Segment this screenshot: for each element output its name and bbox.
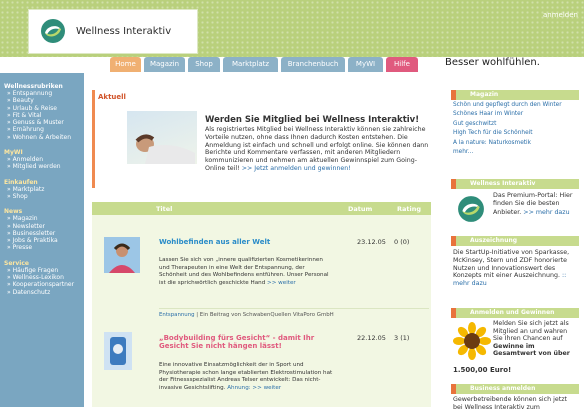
sidebar-heading-news: News (4, 208, 23, 216)
article-date: 23.12.05 (357, 238, 386, 246)
wellness-heading: Wellness Interaktiv (451, 179, 579, 189)
magazin-heading: Magazin (451, 90, 579, 100)
table-row: Wohlbefinden aus aller Welt 23.12.05 0 (… (92, 215, 431, 318)
sidebar-item-entspannung[interactable]: Entspannung (4, 90, 84, 97)
article-date: 22.12.05 (357, 334, 386, 342)
sidebar-heading-mywi: MyWI (4, 149, 23, 157)
article-source-text: | Ein Beitrag von SchwabenQuellen VitaPo… (196, 312, 334, 318)
sidebar-item-shop[interactable]: Shop (4, 193, 84, 200)
table-header: Titel Datum Rating (92, 202, 431, 215)
magazin-box: Magazin Schön und gepflegt durch den Win… (451, 90, 579, 158)
gewinnen-box: Anmelden und Gewinnen Melden Sie sich je… (451, 308, 579, 374)
article-more-link[interactable]: >> weiter (267, 280, 296, 286)
auszeichnung-text: Die StartUp-Initiative von Sparkasse, Mc… (451, 246, 579, 291)
sunflower-icon (453, 322, 491, 360)
sidebar-item-mitglied[interactable]: Mitglied werden (4, 163, 84, 170)
gewinnen-text: Melden Sie sich jetzt als Mitglied an un… (491, 318, 579, 361)
aktuell-box: Aktuell Werden Sie Mitglied bei Wellness… (92, 90, 431, 188)
aktuell-link[interactable]: >> Jetzt anmelden und gewinnen! (242, 165, 351, 172)
article-more-link[interactable]: Ahnung: >> weiter (227, 385, 281, 391)
aktuell-text: Als registriertes Mitglied bei Wellness … (205, 126, 431, 173)
article-source: Entspannung | Ein Beitrag von SchwabenQu… (159, 308, 429, 318)
sidebar-item-genuss[interactable]: Genuss & Muster (4, 119, 84, 126)
sidebar-item-magazin[interactable]: Magazin (4, 215, 84, 222)
column-rating[interactable]: Rating (387, 205, 421, 213)
sidebar-heading-einkaufen: Einkaufen (4, 178, 38, 186)
sidebar-item-urlaub[interactable]: Urlaub & Reise (4, 105, 84, 112)
slogan: Besser wohlfühlen. (445, 57, 540, 68)
business-heading: Business anmelden (451, 384, 579, 394)
table-row: „Bodybuilding fürs Gesicht“ - damit Ihr … (92, 322, 431, 407)
business-box: Business anmelden Gewerbetreibende könne… (451, 384, 579, 414)
gewinnen-prize-label: Gewinne im Gesamtwert von über (493, 342, 570, 358)
login-link[interactable]: anmelden (543, 11, 578, 19)
tab-shop[interactable]: Shop (188, 57, 220, 72)
gewinnen-body: Melden Sie sich jetzt als Mitglied an un… (493, 320, 569, 343)
magazin-more-link[interactable]: mehr... (453, 148, 577, 157)
sidebar-item-anmelden[interactable]: Anmelden (4, 156, 84, 163)
magazin-link[interactable]: Schönes Haar im Winter (453, 110, 577, 119)
article-text: Lassen Sie sich von „innere qualifiziert… (159, 257, 334, 287)
tab-branchenbuch[interactable]: Branchenbuch (281, 57, 345, 72)
article-table: Titel Datum Rating Wohlbefinden aus alle… (92, 202, 431, 407)
article-title[interactable]: „Bodybuilding fürs Gesicht“ - damit Ihr … (159, 334, 334, 350)
brand-name: Wellness Interaktiv (76, 26, 172, 37)
wellness-text: Das Premium-Portal: Hier finden Sie die … (491, 189, 579, 220)
tab-magazin[interactable]: Magazin (144, 57, 185, 72)
article-title[interactable]: Wohlbefinden aus aller Welt (159, 238, 334, 246)
sidebar-item-beauty[interactable]: Beauty (4, 97, 84, 104)
article-thumbnail[interactable] (104, 332, 132, 370)
sidebar-item-ernaehrung[interactable]: Ernährung (4, 126, 84, 133)
magazin-link[interactable]: A la nature: Naturkosmetik (453, 139, 577, 148)
header: Wellness Interaktiv anmelden (0, 0, 584, 57)
magazin-link[interactable]: High Tech für die Schönheit (453, 129, 577, 138)
business-body: Gewerbetreibende können sich jetzt bei W… (453, 396, 567, 411)
aktuell-headline[interactable]: Werden Sie Mitglied bei Wellness Interak… (205, 115, 431, 125)
sidebar-heading-rubriken: Wellnessrubriken (4, 83, 63, 90)
sidebar-item-wohnen[interactable]: Wohnen & Arbeiten (4, 134, 84, 141)
column-date[interactable]: Datum (342, 205, 387, 213)
sidebar-item-jobs[interactable]: Jobs & Praktika (4, 237, 84, 244)
sidebar-item-lexikon[interactable]: Wellness-Lexikon (4, 274, 84, 281)
article-thumbnail[interactable] (104, 237, 140, 273)
tab-marktplatz[interactable]: Marktplatz (223, 57, 278, 72)
tab-hilfe[interactable]: Hilfe (386, 57, 418, 72)
sidebar-heading-service: Service (4, 259, 29, 267)
magazin-link[interactable]: Schön und gepflegt durch den Winter (453, 101, 577, 110)
tab-home[interactable]: Home (110, 57, 141, 72)
article-category-link[interactable]: Entspannung (159, 312, 195, 318)
gewinnen-prize: 1.500,00 Euro! (453, 366, 512, 374)
sidebar-item-newsletter[interactable]: Newsletter (4, 223, 84, 230)
auszeichnung-box: Auszeichnung Die StartUp-Initiative von … (451, 236, 579, 291)
sidebar: Wellnessrubriken Entspannung Beauty Urla… (0, 73, 84, 407)
aktuell-heading: Aktuell (98, 93, 126, 101)
sidebar-item-fit[interactable]: Fit & Vital (4, 112, 84, 119)
logo-swirl-icon (458, 196, 484, 222)
right-column: Magazin Schön und gepflegt durch den Win… (451, 86, 579, 411)
logo-swirl-icon (41, 19, 65, 43)
article-text: Eine innovative Einsatzmöglichkeit der i… (159, 362, 334, 392)
gewinnen-heading: Anmelden und Gewinnen (451, 308, 579, 318)
sidebar-item-partner[interactable]: Kooperationspartner (4, 281, 84, 288)
main-nav: Home Magazin Shop Marktplatz Branchenbuc… (110, 57, 421, 73)
article-body: Lassen Sie sich von „innere qualifiziert… (159, 257, 329, 286)
magazin-links: Schön und gepflegt durch den Winter Schö… (451, 100, 579, 158)
wellness-link[interactable]: >> mehr dazu (523, 209, 569, 216)
tab-mywi[interactable]: MyWI (348, 57, 383, 72)
sidebar-item-datenschutz[interactable]: Datenschutz (4, 289, 84, 296)
sidebar-item-fragen[interactable]: Häufige Fragen (4, 267, 84, 274)
article-rating: 3 (1) (394, 334, 410, 342)
auszeichnung-body: Die StartUp-Initiative von Sparkasse, Mc… (453, 249, 570, 280)
sidebar-item-businessletter[interactable]: Businessletter (4, 230, 84, 237)
main-content: Aktuell Werden Sie Mitglied bei Wellness… (92, 86, 431, 407)
magazin-link[interactable]: Gut geschwitzt (453, 120, 577, 129)
wellness-box: Wellness Interaktiv Das Premium-Portal: … (451, 179, 579, 222)
logo[interactable]: Wellness Interaktiv (28, 9, 198, 54)
column-title[interactable]: Titel (92, 205, 292, 213)
sidebar-item-presse[interactable]: Presse (4, 244, 84, 251)
article-rating: 0 (0) (394, 238, 410, 246)
auszeichnung-heading: Auszeichnung (451, 236, 579, 246)
aktuell-image (127, 111, 197, 164)
sidebar-item-marktplatz[interactable]: Marktplatz (4, 186, 84, 193)
